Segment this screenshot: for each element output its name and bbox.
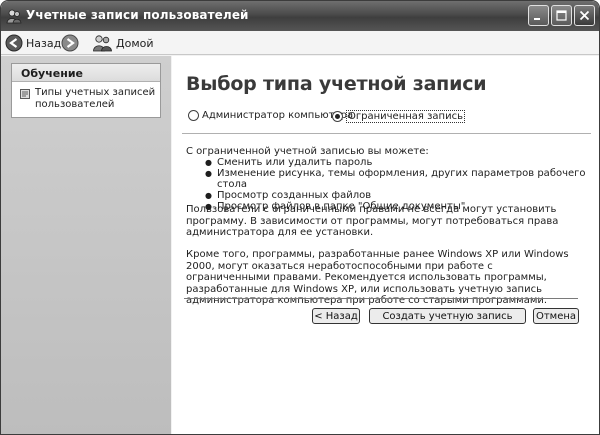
minimize-button[interactable]	[528, 5, 549, 26]
back-arrow-icon	[5, 34, 23, 52]
user-accounts-window: Учетные записи пользователей Назад Домой…	[0, 0, 600, 435]
forward-button[interactable]	[61, 33, 79, 53]
users-home-icon	[93, 35, 112, 52]
list-item: Просмотр созданных файлов	[205, 190, 599, 201]
divider	[184, 298, 578, 299]
back-label: Назад	[26, 36, 62, 50]
close-button[interactable]	[574, 5, 595, 26]
page-title: Выбор типа учетной записи	[186, 73, 487, 95]
account-types-link-label: Типы учетных записей пользователей	[35, 87, 156, 110]
learn-about-title: Обучение	[12, 64, 160, 82]
minimize-icon	[534, 18, 540, 20]
window-title: Учетные записи пользователей	[26, 8, 249, 22]
forward-arrow-icon	[61, 34, 79, 52]
toolbar: Назад Домой	[1, 31, 599, 55]
radio-computer-administrator[interactable]: Администратор компьютера	[188, 110, 353, 121]
maximize-icon	[556, 10, 567, 21]
account-types-link[interactable]: Типы учетных записей пользователей	[12, 82, 160, 111]
back-button[interactable]: Назад	[5, 33, 61, 53]
main-content: Выбор типа учетной записи Администратор …	[172, 56, 599, 434]
radio-label-limited: Ограниченная запись	[346, 110, 465, 123]
list-item: Сменить или удалить пароль	[205, 157, 599, 168]
task-pane: Обучение Типы учетных записей пользовате…	[1, 56, 171, 434]
learn-about-box: Обучение Типы учетных записей пользовате…	[11, 63, 161, 118]
install-note-paragraph: Пользователи с ограниченными правами не …	[186, 204, 559, 238]
home-button[interactable]: Домой	[93, 33, 154, 53]
help-topic-icon	[20, 89, 30, 99]
home-label: Домой	[116, 36, 154, 50]
back-wizard-label: < Назад	[314, 310, 358, 322]
back-wizard-button[interactable]: < Назад	[312, 308, 360, 324]
radio-button-admin[interactable]	[188, 110, 199, 121]
radio-limited-account[interactable]: Ограниченная запись	[332, 110, 465, 123]
user-accounts-icon	[6, 9, 22, 24]
radio-button-limited[interactable]	[332, 111, 343, 122]
create-account-button[interactable]: Создать учетную запись	[369, 308, 526, 324]
close-icon	[579, 10, 590, 21]
create-account-label: Создать учетную запись	[382, 310, 513, 322]
list-item: Изменение рисунка, темы оформления, друг…	[205, 168, 599, 190]
cancel-button[interactable]: Отмена	[533, 308, 579, 324]
maximize-button[interactable]	[551, 5, 572, 26]
limited-intro-text: С ограниченной учетной записью вы можете…	[186, 146, 429, 157]
title-bar[interactable]: Учетные записи пользователей	[1, 1, 599, 31]
radio-label-admin: Администратор компьютера	[202, 110, 354, 121]
cancel-label: Отмена	[535, 310, 577, 322]
